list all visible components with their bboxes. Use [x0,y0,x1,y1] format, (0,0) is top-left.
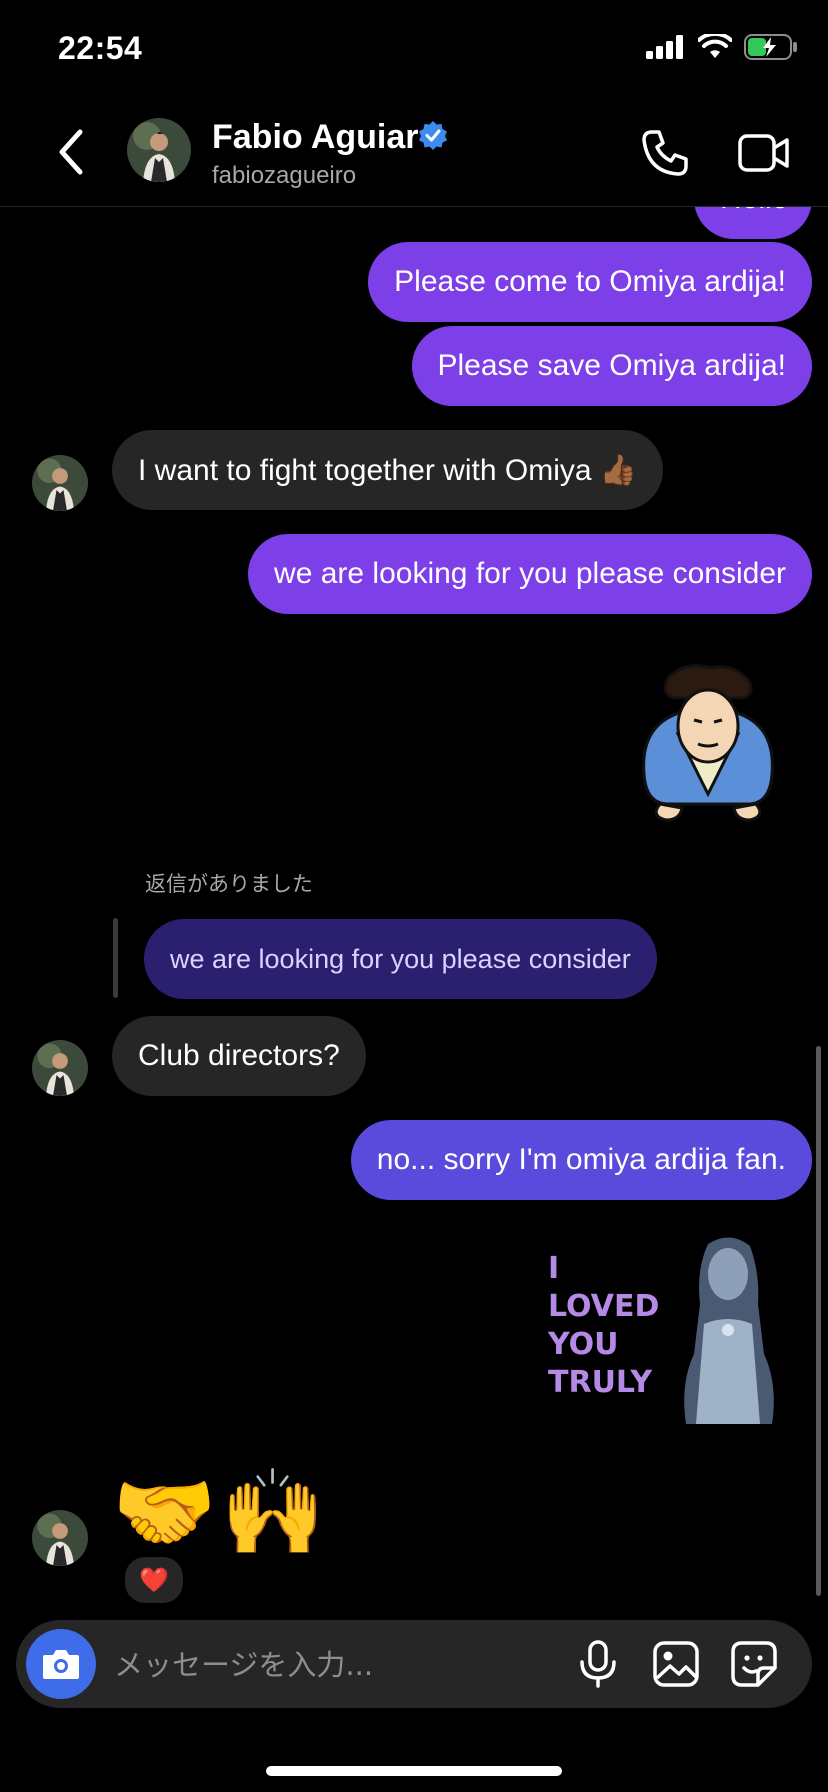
message-text: no... sorry I'm omiya ardija fan. [376,1143,786,1176]
message-bubble[interactable]: I want to fight together with Omiya 👍🏾 [112,430,664,510]
reply-label: 返信がありました [145,873,313,896]
message-bubble[interactable]: we are looking for you please consider [248,534,812,614]
quoted-message-text: we are looking for you please consider [170,943,631,974]
reply-bar [113,918,118,998]
back-button[interactable] [50,126,94,178]
verified-badge-icon [419,121,447,150]
contact-handle: fabiozagueiro [212,162,357,189]
battery-charging-icon [744,34,797,60]
voice-call-button[interactable] [640,128,690,178]
home-indicator[interactable] [266,1766,562,1776]
message-bubble[interactable]: Club directors? [112,1016,366,1096]
quoted-message[interactable]: we are looking for you please consider [144,919,657,999]
message-bubble[interactable]: no... sorry I'm omiya ardija fan. [350,1120,812,1200]
sender-avatar[interactable] [32,1040,88,1096]
microphone-icon [580,1640,616,1688]
camera-button[interactable] [26,1629,96,1699]
sticker-bowing-character[interactable] [630,664,786,824]
message-text: I want to fight together with Omiya 👍🏾 [138,453,638,487]
emoji-message[interactable]: 🤝🙌 [112,1462,329,1562]
message-bubble[interactable]: Please save Omiya ardija! [411,326,812,406]
sticker-icon [731,1641,777,1687]
message-text: Please come to Omiya ardija! [394,265,786,298]
sticker-button[interactable] [730,1640,778,1688]
message-composer [16,1620,812,1708]
heart-reaction: ❤️ [139,1566,169,1594]
image-icon [653,1641,699,1687]
contact-name[interactable]: Fabio Aguiar [212,118,419,157]
clipped-message-area: Hello [0,207,828,239]
message-bubble[interactable]: Hello [694,207,812,239]
message-text: we are looking for you please consider [274,557,786,590]
message-text: Club directors? [138,1039,340,1072]
message-text: Please save Omiya ardija! [437,349,787,382]
gif-sticker[interactable]: I LOVED YOU TRULY [538,1234,794,1424]
video-camera-icon [738,134,789,172]
voice-message-button[interactable] [576,1640,620,1688]
scrollbar[interactable] [816,1046,821,1596]
singer-image [684,1237,774,1424]
phone-icon [642,130,688,176]
gif-caption: I LOVED YOU TRULY [548,1251,660,1400]
sender-avatar[interactable] [32,455,88,511]
wifi-icon [698,34,732,58]
video-call-button[interactable] [738,128,790,178]
camera-icon [43,1650,79,1679]
contact-avatar[interactable] [127,118,191,182]
chevron-left-icon [59,129,83,175]
cellular-signal-icon [646,35,683,59]
message-input[interactable] [112,1634,566,1696]
chat-header: Fabio Aguiar fabiozagueiro [0,98,828,207]
gallery-button[interactable] [652,1640,700,1688]
reaction-badge[interactable]: ❤️ [122,1554,186,1606]
status-time: 22:54 [58,30,143,66]
status-icons [646,34,798,60]
sender-avatar[interactable] [32,1510,88,1566]
message-bubble[interactable]: Please come to Omiya ardija! [368,242,812,322]
message-text: Hello [720,207,788,216]
